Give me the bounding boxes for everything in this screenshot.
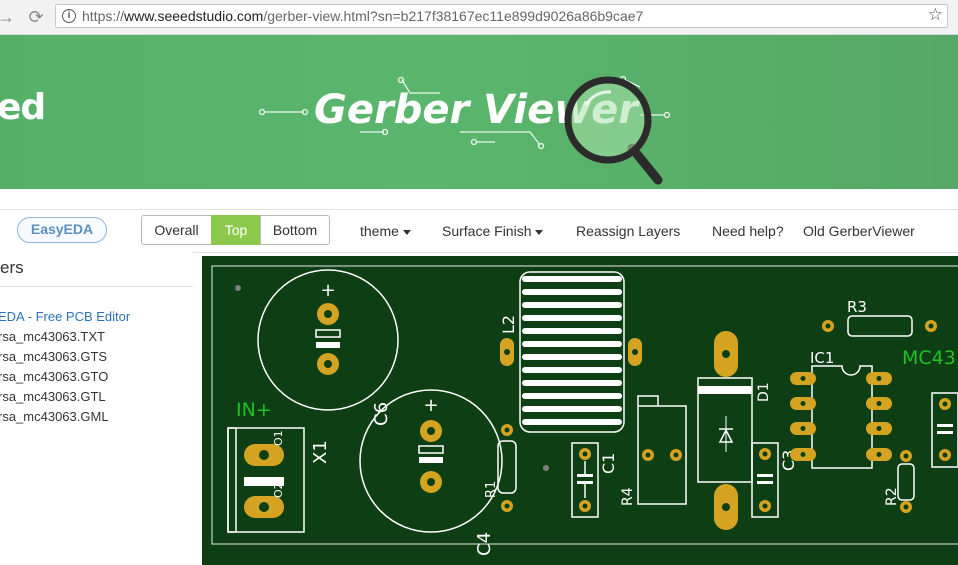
r1-label: R1 [484, 481, 499, 498]
easyeda-logo-button[interactable]: EasyEDA [17, 217, 107, 243]
easyeda-editor-link[interactable]: EDA - Free PCB Editor [0, 309, 130, 324]
mc43063-label: MC43 [902, 347, 956, 369]
c1-label: C1 [599, 453, 618, 474]
c4-label: C4 [474, 532, 495, 556]
caret-down-icon [535, 229, 544, 235]
x1-label: X1 [310, 440, 331, 464]
pcb-canvas[interactable]: + + C6 C4 IN+ O1 O2 X1 L2 R1 C1 R4 D1 C3… [202, 256, 958, 565]
d1-label: D1 [756, 382, 772, 402]
tab-top[interactable]: Top [211, 215, 261, 245]
in-plus-label: IN+ [236, 399, 272, 421]
theme-menu-label: theme [360, 223, 399, 239]
tab-bottom[interactable]: Bottom [260, 215, 330, 245]
plus-label: + [320, 280, 335, 301]
r4-label: R4 [620, 487, 636, 506]
info-icon[interactable]: i [62, 9, 76, 23]
surface-finish-label: Surface Finish [442, 223, 532, 239]
file-item[interactable]: rsa_mc43063.GTO [0, 369, 108, 384]
file-item[interactable]: rsa_mc43063.GTL [0, 389, 106, 404]
ic1-label: IC1 [810, 349, 834, 367]
url-text: https://www.seeedstudio.com/gerber-view.… [82, 8, 644, 24]
back-arrow-icon[interactable]: → [0, 5, 18, 29]
magnifier-icon [564, 76, 663, 185]
browser-toolbar: → ⟳ i https://www.seeedstudio.com/gerber… [0, 0, 958, 35]
mounting-dot [543, 465, 549, 471]
reassign-layers-link[interactable]: Reassign Layers [576, 223, 680, 239]
need-help-link[interactable]: Need help? [712, 223, 784, 239]
r3-label: R3 [847, 298, 867, 316]
viewer-toolbar: EasyEDA Overall Top Bottom theme Surface… [0, 209, 958, 253]
file-item[interactable]: rsa_mc43063.GML [0, 409, 109, 424]
easyeda-label: EasyEDA [30, 221, 94, 237]
old-gerber-viewer-link[interactable]: Old GerberViewer [803, 223, 915, 239]
theme-menu[interactable]: theme [360, 223, 411, 239]
address-bar[interactable]: i https://www.seeedstudio.com/gerber-vie… [55, 4, 948, 28]
sidebar-divider [0, 286, 193, 287]
reload-icon[interactable]: ⟳ [24, 5, 48, 29]
mounting-dot [235, 285, 241, 291]
sidebar-title: ers [0, 258, 24, 277]
tab-overall[interactable]: Overall [141, 215, 212, 245]
caret-down-icon [402, 229, 411, 235]
o2-label: O2 [272, 482, 285, 498]
plus-label: + [423, 395, 438, 416]
surface-finish-menu[interactable]: Surface Finish [442, 223, 544, 239]
layers-sidebar: ers EDA - Free PCB Editor rsa_mc43063.TX… [0, 252, 193, 565]
r2-label: R2 [884, 487, 900, 506]
c6-label: C6 [371, 402, 392, 426]
star-icon[interactable]: ☆ [928, 5, 943, 25]
o1-label: O1 [272, 430, 285, 446]
gerber-viewer-banner: ed studio Gerber Viewer [0, 35, 958, 189]
file-item[interactable]: rsa_mc43063.TXT [0, 329, 105, 344]
l2-label: L2 [499, 315, 518, 334]
file-item[interactable]: rsa_mc43063.GTS [0, 349, 107, 364]
